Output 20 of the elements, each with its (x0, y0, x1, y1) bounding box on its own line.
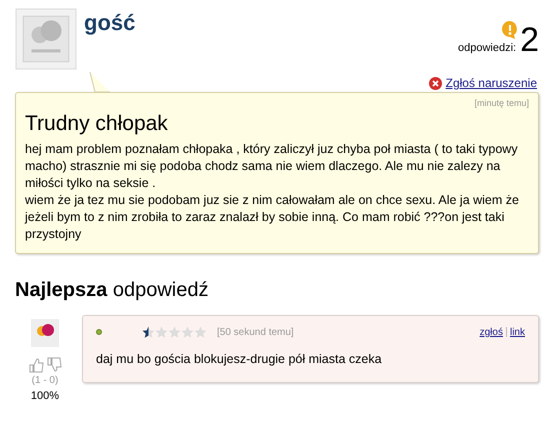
avatar-icon (15, 8, 77, 70)
report-link[interactable]: Zgłoś naruszenie (446, 74, 537, 92)
answer-text: daj mu bo gościa blokujesz-drugie pół miasta czeka (96, 350, 383, 368)
answers-count: 2 (520, 22, 539, 56)
vote-count: (1 - 0) (32, 374, 58, 388)
avatar-icon (31, 318, 59, 347)
question-time: [minutę temu] (474, 97, 529, 110)
report-link[interactable]: zgłoś (480, 324, 503, 340)
answers-label: odpowiedzi: (458, 41, 516, 56)
section-heading: Najlepsza odpowiedź (15, 278, 208, 301)
question-title: Trudny chłopak (25, 110, 169, 136)
permalink[interactable]: link (510, 324, 525, 340)
answer-time: [50 sekund temu] (217, 326, 294, 340)
thumbs-up-icon[interactable] (28, 356, 44, 373)
question-body: hej mam problem poznałam chłopaka , który zaliczył juz chyba poł miasta ( to taki typowy macho) strasznie mi się podoba chodz sama nie wiem dlaczego. Ale mu nie zalezy na miłości tylko na seksie . wiem że ja tez mu sie podobam juz sie z nim całowałam ale on chce sexu. Ale ja wiem że jeżeli bym to z nim zrobiła to zaraz znalazł by sobie inną. Co mam robić ???on jest taki przystojny (25, 140, 520, 243)
close-icon (428, 76, 442, 90)
vote-percent: 100% (30, 388, 60, 404)
author-name: gość (84, 12, 136, 34)
star-rating[interactable] (142, 326, 207, 339)
thumbs-down-icon[interactable] (46, 356, 62, 373)
